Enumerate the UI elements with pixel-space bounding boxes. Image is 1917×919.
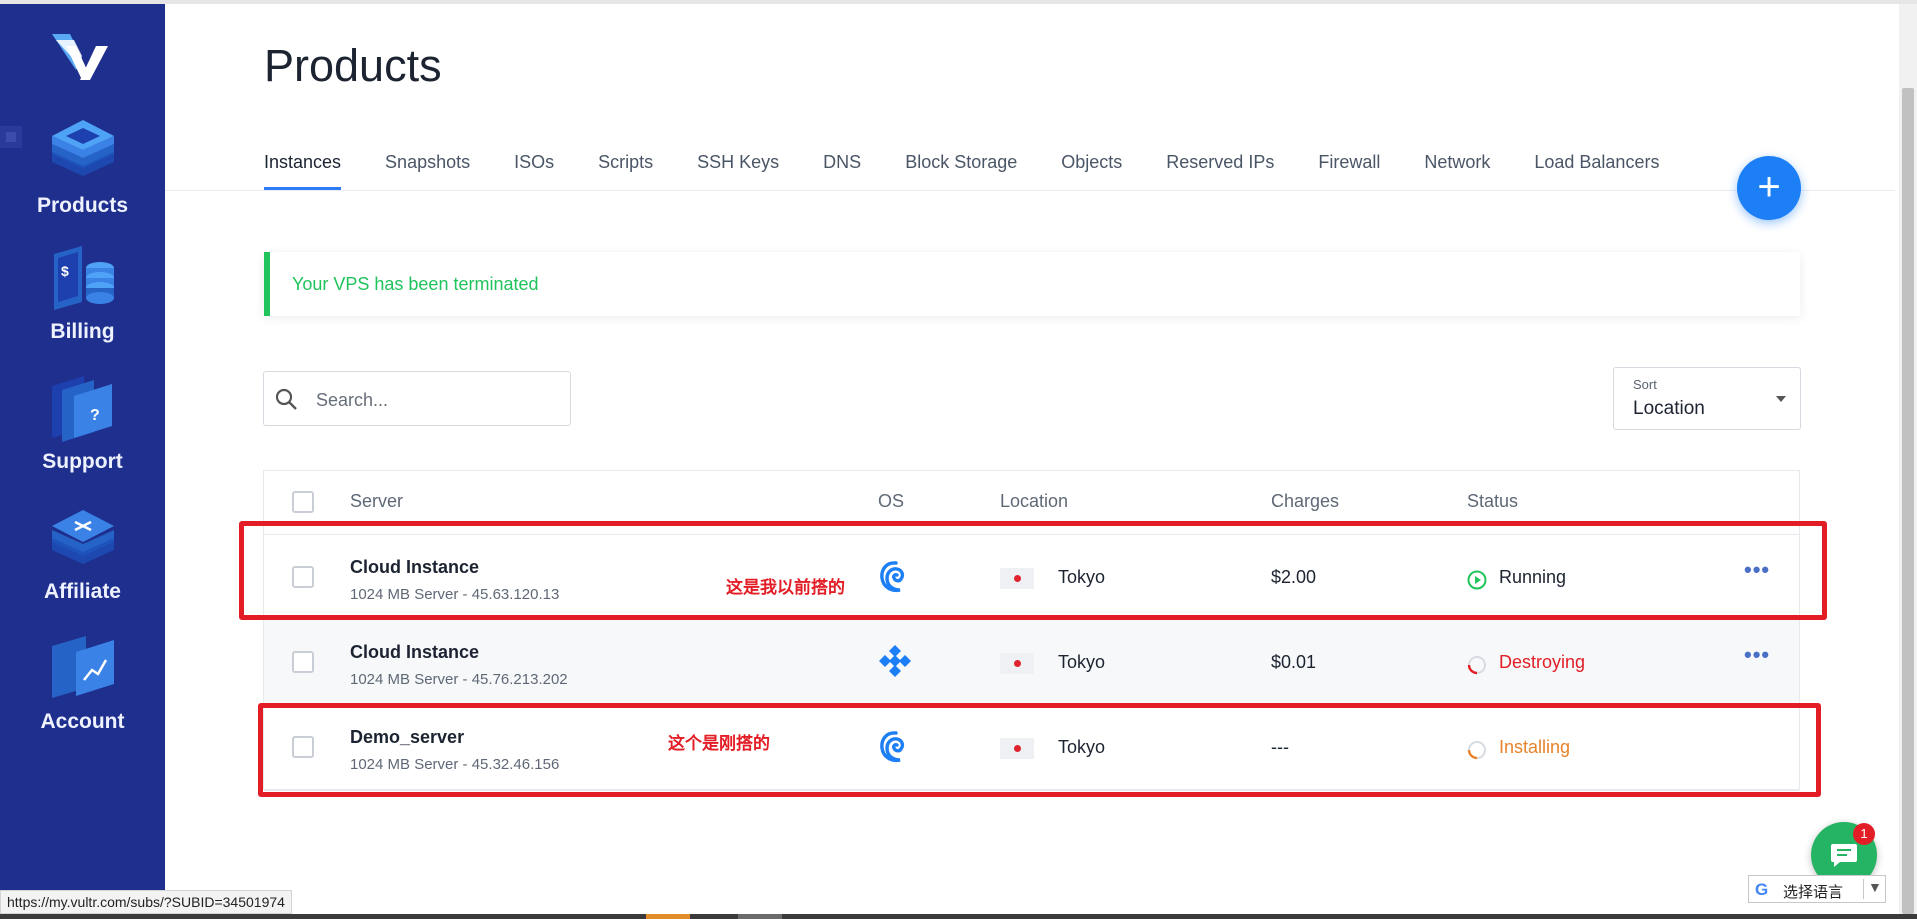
sidebar-item-affiliate[interactable]: Affiliate: [0, 508, 165, 604]
sort-label: Sort: [1633, 377, 1657, 392]
select-all-checkbox[interactable]: [292, 491, 314, 513]
chevron-down-icon: ▼: [1868, 879, 1882, 895]
chat-notification-badge: 1: [1853, 823, 1875, 845]
tab-objects[interactable]: Objects: [1061, 148, 1122, 190]
sidebar-item-label: Support: [42, 450, 123, 473]
taskbar-strip: [0, 914, 1917, 919]
taskbar-indicator: [646, 914, 690, 919]
products-layers-icon: [51, 120, 114, 176]
alert-message: Your VPS has been terminated: [292, 274, 539, 294]
tab-reserved-ips[interactable]: Reserved IPs: [1166, 148, 1274, 190]
server-name[interactable]: Cloud Instance: [350, 642, 479, 663]
sort-value: Location: [1633, 398, 1705, 419]
language-selector-divider: [1863, 879, 1864, 899]
japan-flag-icon: [1000, 653, 1034, 674]
sidebar-item-label: Account: [40, 710, 125, 733]
page-title: Products: [264, 40, 442, 91]
sidebar-item-account[interactable]: Account: [0, 636, 165, 734]
sidebar-item-support[interactable]: ? Support: [0, 376, 165, 474]
browser-status-url: https://my.vultr.com/subs/?SUBID=3450197…: [0, 890, 292, 914]
taskbar-indicator: [738, 914, 782, 919]
tab-ssh-keys[interactable]: SSH Keys: [697, 148, 779, 190]
google-g-icon: G: [1755, 880, 1769, 899]
row-checkbox[interactable]: [292, 651, 314, 673]
more-actions-button[interactable]: •••: [1744, 642, 1770, 668]
search-input[interactable]: [314, 384, 558, 416]
sidebar-item-products[interactable]: Products: [0, 116, 165, 218]
tab-block-storage[interactable]: Block Storage: [905, 148, 1017, 190]
annotation-text-new: 这个是刚搭的: [668, 734, 770, 753]
chat-bubble-icon: [1831, 844, 1857, 867]
search-icon: [275, 388, 297, 410]
language-selector[interactable]: G 选择语言 ▼: [1748, 875, 1886, 903]
server-details: 1024 MB Server - 45.76.213.202: [350, 671, 568, 688]
search-box: [263, 371, 571, 426]
window-top-border: [0, 0, 1917, 4]
sidebar-item-label: Affiliate: [43, 580, 121, 603]
success-alert: Your VPS has been terminated: [264, 252, 1800, 316]
scrollbar-thumb[interactable]: [1902, 88, 1914, 914]
language-selector-label: 选择语言: [1783, 884, 1844, 901]
server-charges: $0.01: [1271, 652, 1317, 672]
tabs-divider: [165, 190, 1895, 191]
tab-dns[interactable]: DNS: [823, 148, 861, 190]
header-server[interactable]: Server: [350, 491, 403, 512]
header-location[interactable]: Location: [1000, 491, 1068, 512]
destroying-spinner-icon: [1467, 656, 1486, 675]
header-status[interactable]: Status: [1467, 491, 1518, 512]
chevron-down-icon: [1776, 396, 1786, 402]
sidebar-item-label: Products: [36, 194, 128, 217]
sidebar: Products $ Billing ? Support Affiliate A…: [0, 4, 165, 919]
tab-network[interactable]: Network: [1424, 148, 1490, 190]
product-tabs: Instances Snapshots ISOs Scripts SSH Key…: [264, 148, 1703, 190]
billing-icon: $: [53, 246, 114, 310]
affiliate-icon: [51, 510, 114, 564]
sort-select[interactable]: Sort Location: [1613, 367, 1801, 430]
annotation-box-new: [258, 703, 1821, 797]
tab-firewall[interactable]: Firewall: [1318, 148, 1380, 190]
page-scrollbar[interactable]: [1899, 4, 1917, 914]
tab-load-balancers[interactable]: Load Balancers: [1534, 148, 1659, 190]
svg-text:$: $: [61, 263, 69, 279]
account-icon: [51, 636, 114, 698]
svg-text:?: ?: [90, 407, 100, 424]
annotation-text-old: 这是我以前搭的: [726, 578, 845, 597]
tab-isos[interactable]: ISOs: [514, 148, 554, 190]
tab-instances[interactable]: Instances: [264, 148, 342, 190]
add-product-button[interactable]: +: [1737, 156, 1801, 220]
server-status: Destroying: [1499, 652, 1586, 672]
header-charges[interactable]: Charges: [1271, 491, 1339, 512]
sidebar-item-label: Billing: [50, 320, 115, 343]
header-os: OS: [878, 491, 905, 511]
sidebar-item-billing[interactable]: $ Billing: [0, 246, 165, 344]
table-row[interactable]: Cloud Instance 1024 MB Server - 45.76.21…: [264, 620, 1799, 706]
tab-snapshots[interactable]: Snapshots: [385, 148, 470, 190]
tab-scripts[interactable]: Scripts: [598, 148, 653, 190]
annotation-box-old: [239, 521, 1827, 620]
support-icon: ?: [51, 376, 112, 442]
vultr-logo-icon[interactable]: [52, 32, 108, 80]
server-location: Tokyo: [1058, 652, 1106, 672]
vultr-diamond-icon: [879, 645, 911, 677]
